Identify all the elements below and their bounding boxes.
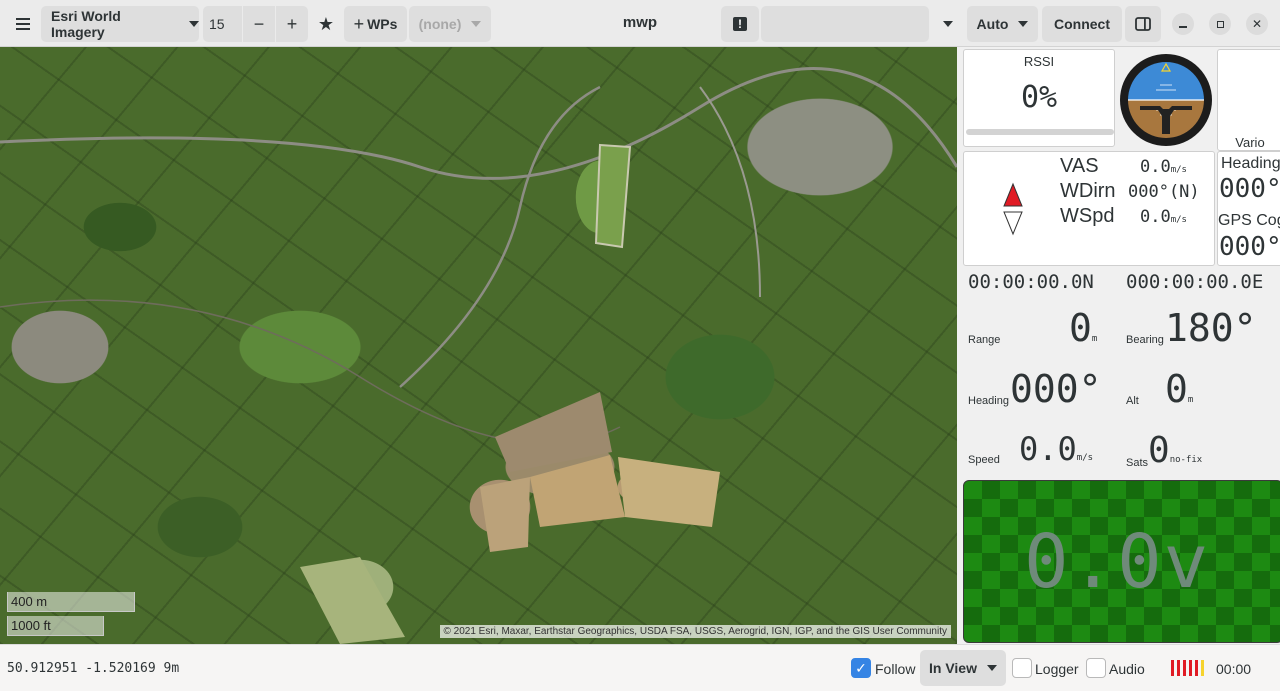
plus-icon: + — [353, 13, 365, 34]
nav-panel: 00:00:00.0N 000:00:00.0E Range 0m Bearin… — [963, 268, 1280, 478]
vario-panel: Vario — [1217, 49, 1280, 151]
cursor-coords: 50.912951 -1.520169 9m — [7, 661, 180, 676]
mode-select-label: Auto — [976, 16, 1009, 32]
close-icon: ✕ — [1251, 17, 1263, 31]
plus-icon: + — [286, 13, 298, 34]
window-title: mwp — [622, 14, 658, 31]
zoom-value: 15 — [209, 16, 225, 32]
audio-label: Audio — [1109, 661, 1145, 677]
bearing-label: Bearing — [1126, 334, 1164, 346]
star-icon: ★ — [317, 13, 335, 34]
favourite-button[interactable]: ★ — [313, 6, 339, 42]
chevron-down-icon — [471, 21, 482, 27]
wps-label: WPs — [367, 16, 398, 32]
menu-button[interactable] — [8, 6, 38, 42]
wind-panel: VAS 0.0m/s WDirn 000°(N) WSpd 0.0m/s — [963, 151, 1215, 266]
battery-voltage: 0.0v — [1024, 519, 1211, 605]
range-label: Range — [968, 334, 1001, 346]
speed-label: Speed — [968, 454, 1000, 466]
rssi-panel: RSSI 0% — [963, 49, 1115, 147]
side-panel: RSSI 0% Vario VAS 0.0m/s WDirn 000°(N) W… — [957, 47, 1280, 644]
wspd-value: 0.0m/s — [1140, 207, 1187, 227]
map-imagery — [0, 67, 957, 644]
logger-checkbox[interactable] — [1012, 658, 1032, 678]
chevron-down-icon — [986, 665, 997, 671]
wdirn-label: WDirn — [1060, 180, 1116, 202]
alt-label: Alt — [1126, 395, 1139, 407]
sidebar-icon — [1135, 17, 1151, 31]
scale-metric: 400 m — [7, 592, 135, 612]
sats-value: 0no-fix — [1148, 430, 1203, 471]
gpscog-value: 000° — [1219, 232, 1280, 262]
minus-icon: − — [253, 13, 265, 34]
heading-nav-value: 000° — [1010, 367, 1102, 411]
speed-value: 0.0m/s — [1019, 430, 1094, 468]
mode-select[interactable]: Auto — [967, 6, 1038, 42]
check-icon: ✓ — [855, 659, 867, 676]
connect-label: Connect — [1054, 16, 1110, 32]
minimize-icon — [1179, 25, 1187, 28]
vas-label: VAS — [1060, 155, 1099, 177]
chevron-down-icon — [1018, 21, 1029, 27]
maximize-icon — [1216, 20, 1224, 28]
zoom-input[interactable]: 15 — [203, 6, 242, 42]
elapsed-time: 00:00 — [1216, 661, 1252, 677]
attitude-panel — [1117, 49, 1215, 147]
device-dropdown-button[interactable] — [932, 6, 964, 42]
zoom-in-button[interactable]: + — [276, 6, 308, 42]
mission-select[interactable]: (none) — [409, 6, 491, 42]
warning-button[interactable]: ! — [721, 6, 759, 42]
wspd-label: WSpd — [1060, 205, 1115, 227]
alt-value: 0m — [1165, 367, 1194, 411]
warning-icon: ! — [733, 17, 747, 31]
gpscog-label: GPS Cog — [1218, 212, 1280, 229]
follow-checkbox[interactable]: ✓ — [851, 658, 871, 678]
compass-arrow-icon — [1003, 182, 1023, 236]
mission-select-label: (none) — [418, 16, 462, 32]
rssi-value: 0% — [1020, 80, 1058, 115]
device-entry[interactable] — [761, 6, 929, 42]
map-attribution: © 2021 Esri, Maxar, Earthstar Geographic… — [439, 625, 951, 638]
sidebar-toggle-button[interactable] — [1125, 6, 1161, 42]
minimize-button[interactable] — [1172, 13, 1194, 35]
zoom-out-button[interactable]: − — [243, 6, 275, 42]
map-source-select[interactable]: Esri World Imagery — [41, 6, 199, 42]
hamburger-icon — [16, 18, 30, 30]
chevron-down-icon — [943, 21, 953, 27]
heading-nav-label: Heading — [968, 395, 1009, 407]
maximize-button[interactable] — [1209, 13, 1231, 35]
wdirn-value: 000°(N) — [1128, 182, 1200, 202]
vario-label: Vario — [1235, 135, 1265, 150]
header-bar: Esri World Imagery 15 − + ★ + WPs (none)… — [0, 0, 1280, 47]
artificial-horizon-icon — [1120, 54, 1212, 146]
heading-label: Heading — [1221, 155, 1280, 172]
latitude-value: 00:00:00.0N — [968, 271, 1094, 293]
status-bar: 50.912951 -1.520169 9m ✓ Follow In View … — [0, 644, 1280, 691]
close-button[interactable]: ✕ — [1246, 13, 1268, 35]
audio-checkbox[interactable] — [1086, 658, 1106, 678]
chevron-down-icon — [189, 21, 199, 27]
follow-label: Follow — [875, 661, 916, 677]
sats-label: Sats — [1126, 457, 1149, 469]
view-select-label: In View — [929, 660, 977, 676]
bearing-value: 180° — [1165, 306, 1257, 350]
connect-button[interactable]: Connect — [1042, 6, 1122, 42]
range-value: 0m — [1069, 306, 1098, 350]
rssi-level-bar — [966, 129, 1114, 135]
scale-imperial: 1000 ft — [7, 616, 104, 636]
signal-bars-icon — [1171, 660, 1211, 676]
view-select[interactable]: In View — [920, 650, 1006, 686]
logger-label: Logger — [1035, 661, 1079, 677]
add-wps-button[interactable]: + WPs — [344, 6, 407, 42]
vas-value: 0.0m/s — [1140, 157, 1187, 177]
heading-cog-panel: Heading 000° GPS Cog 000° — [1217, 151, 1280, 266]
map-source-label: Esri World Imagery — [51, 8, 121, 40]
map-view[interactable]: 400 m 1000 ft © 2021 Esri, Maxar, Earths… — [0, 47, 957, 644]
longitude-value: 000:00:00.0E — [1126, 271, 1264, 293]
rssi-label: RSSI — [1023, 54, 1055, 69]
heading-value: 000° — [1219, 174, 1280, 204]
battery-panel: 0.0v — [963, 480, 1280, 643]
